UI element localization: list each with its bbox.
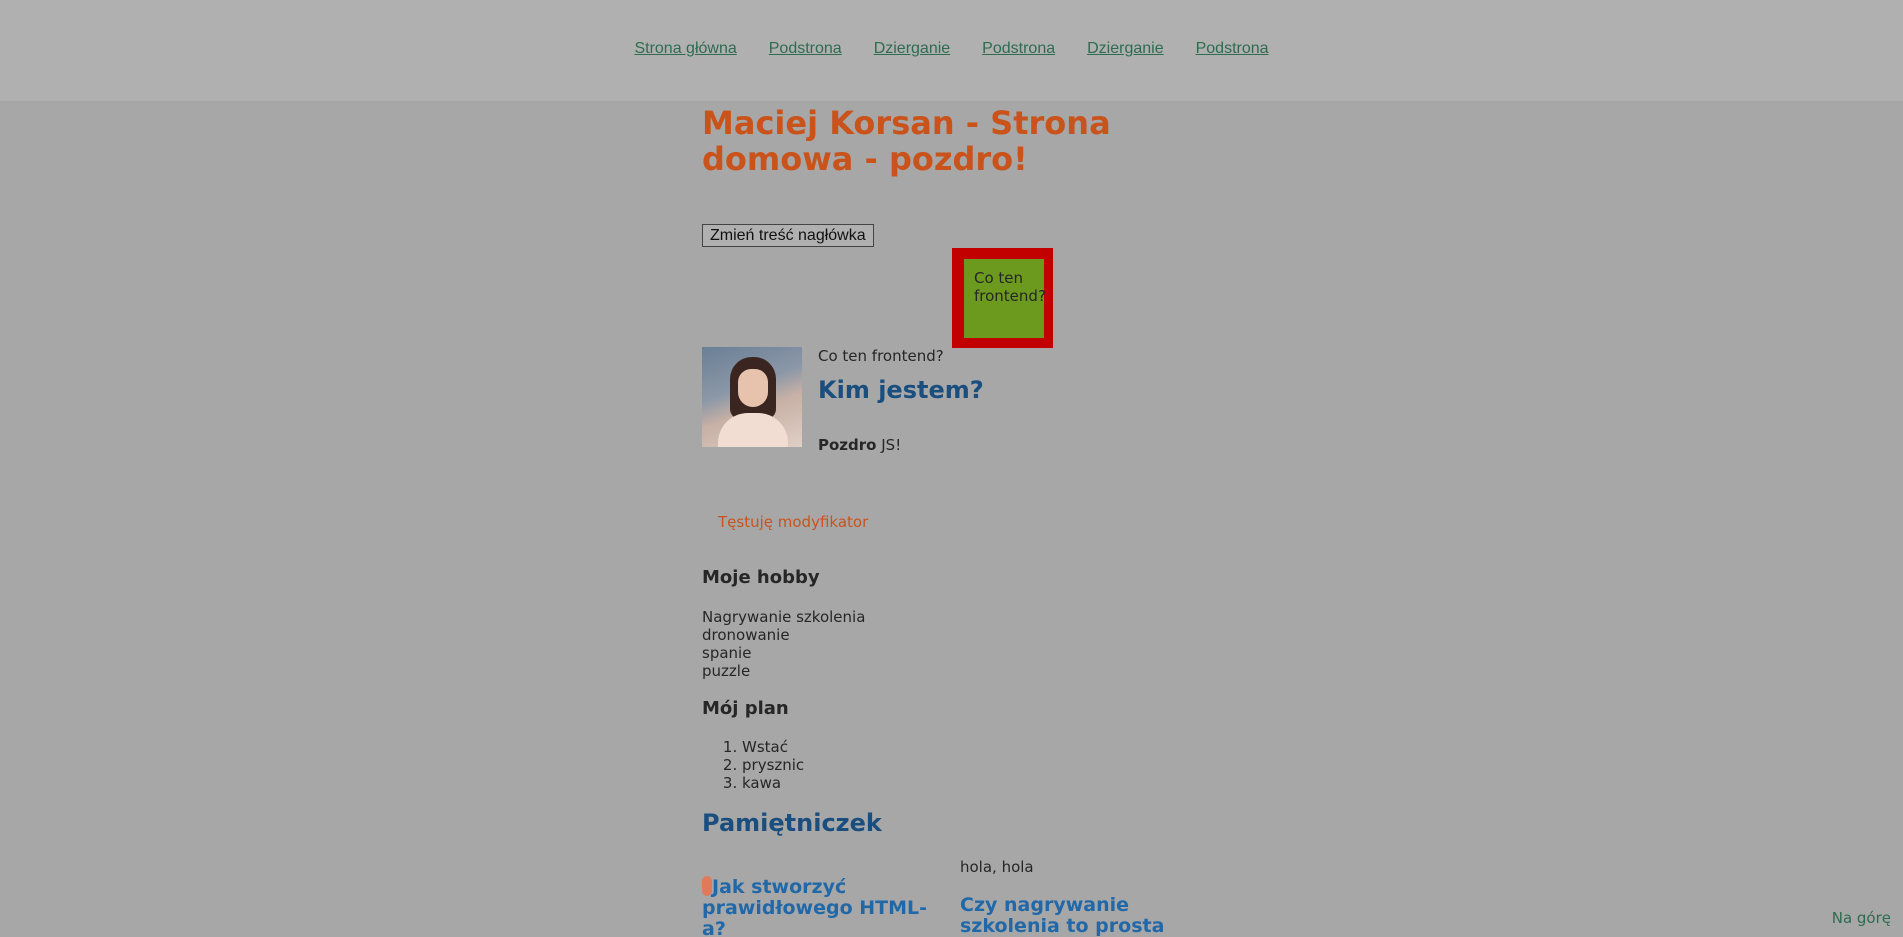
main-nav: Strona główna Podstrona Dzierganie Podst… <box>0 40 1903 58</box>
plan-item: prysznic <box>742 756 804 774</box>
avatar-body <box>718 413 788 447</box>
avatar-face <box>738 369 768 407</box>
green-inner-box: Co ten frontend? <box>964 259 1046 338</box>
hobby-item: spanie <box>702 644 752 662</box>
hobby-list: Nagrywanie szkolenia dronowanie spanie p… <box>702 608 865 680</box>
back-to-top-link[interactable]: Na górę <box>1832 909 1891 927</box>
about-section: Co ten frontend? Kim jestem? Pozdro JS! <box>818 347 1118 454</box>
diary-post-link-html[interactable]: Jak stworzyć prawidłowego HTML-a? <box>702 876 932 937</box>
plan-item: Wstać <box>742 738 804 756</box>
nav-link-subpage-2[interactable]: Podstrona <box>982 40 1055 58</box>
hobby-item: puzzle <box>702 662 751 680</box>
plan-heading: Mój plan <box>702 698 789 719</box>
modifier-text: Tęstuję modyfikator <box>718 513 869 531</box>
hobby-item: dronowanie <box>702 626 790 644</box>
diary-post-link-recording[interactable]: Czy nagrywanie szkolenia to prosta spraw… <box>960 895 1230 937</box>
about-intro: Co ten frontend? <box>818 347 944 365</box>
page-title: Maciej Korsan - Strona domowa - pozdro! <box>702 104 1111 178</box>
plan-item: kawa <box>742 774 804 792</box>
greeting-rest: JS! <box>876 436 902 454</box>
avatar <box>702 347 802 447</box>
top-navigation-bar: Strona główna Podstrona Dzierganie Podst… <box>0 0 1903 101</box>
nav-link-knitting-2[interactable]: Dzierganie <box>1087 40 1163 58</box>
diary-side-text: hola, hola <box>960 858 1034 876</box>
about-greeting: Pozdro JS! <box>818 436 1118 454</box>
nav-link-subpage-1[interactable]: Podstrona <box>769 40 842 58</box>
post-title: Jak stworzyć prawidłowego HTML-a? <box>702 876 928 937</box>
hobby-heading: Moje hobby <box>702 567 820 588</box>
hobby-item: Nagrywanie szkolenia <box>702 608 866 626</box>
main-content: Maciej Korsan - Strona domowa - pozdro! … <box>702 101 1222 937</box>
diary-heading: Pamiętniczek <box>702 809 882 837</box>
red-frame-box: Co ten frontend? <box>952 248 1053 348</box>
change-header-button[interactable]: Zmień treść nagłówka <box>702 224 874 247</box>
bullet-marker-icon <box>702 876 712 896</box>
plan-list: Wstać prysznic kawa <box>742 738 804 792</box>
nav-link-home[interactable]: Strona główna <box>634 40 736 58</box>
nav-link-subpage-3[interactable]: Podstrona <box>1196 40 1269 58</box>
nav-link-knitting-1[interactable]: Dzierganie <box>874 40 950 58</box>
about-heading: Kim jestem? <box>818 376 984 404</box>
greeting-bold: Pozdro <box>818 436 877 454</box>
